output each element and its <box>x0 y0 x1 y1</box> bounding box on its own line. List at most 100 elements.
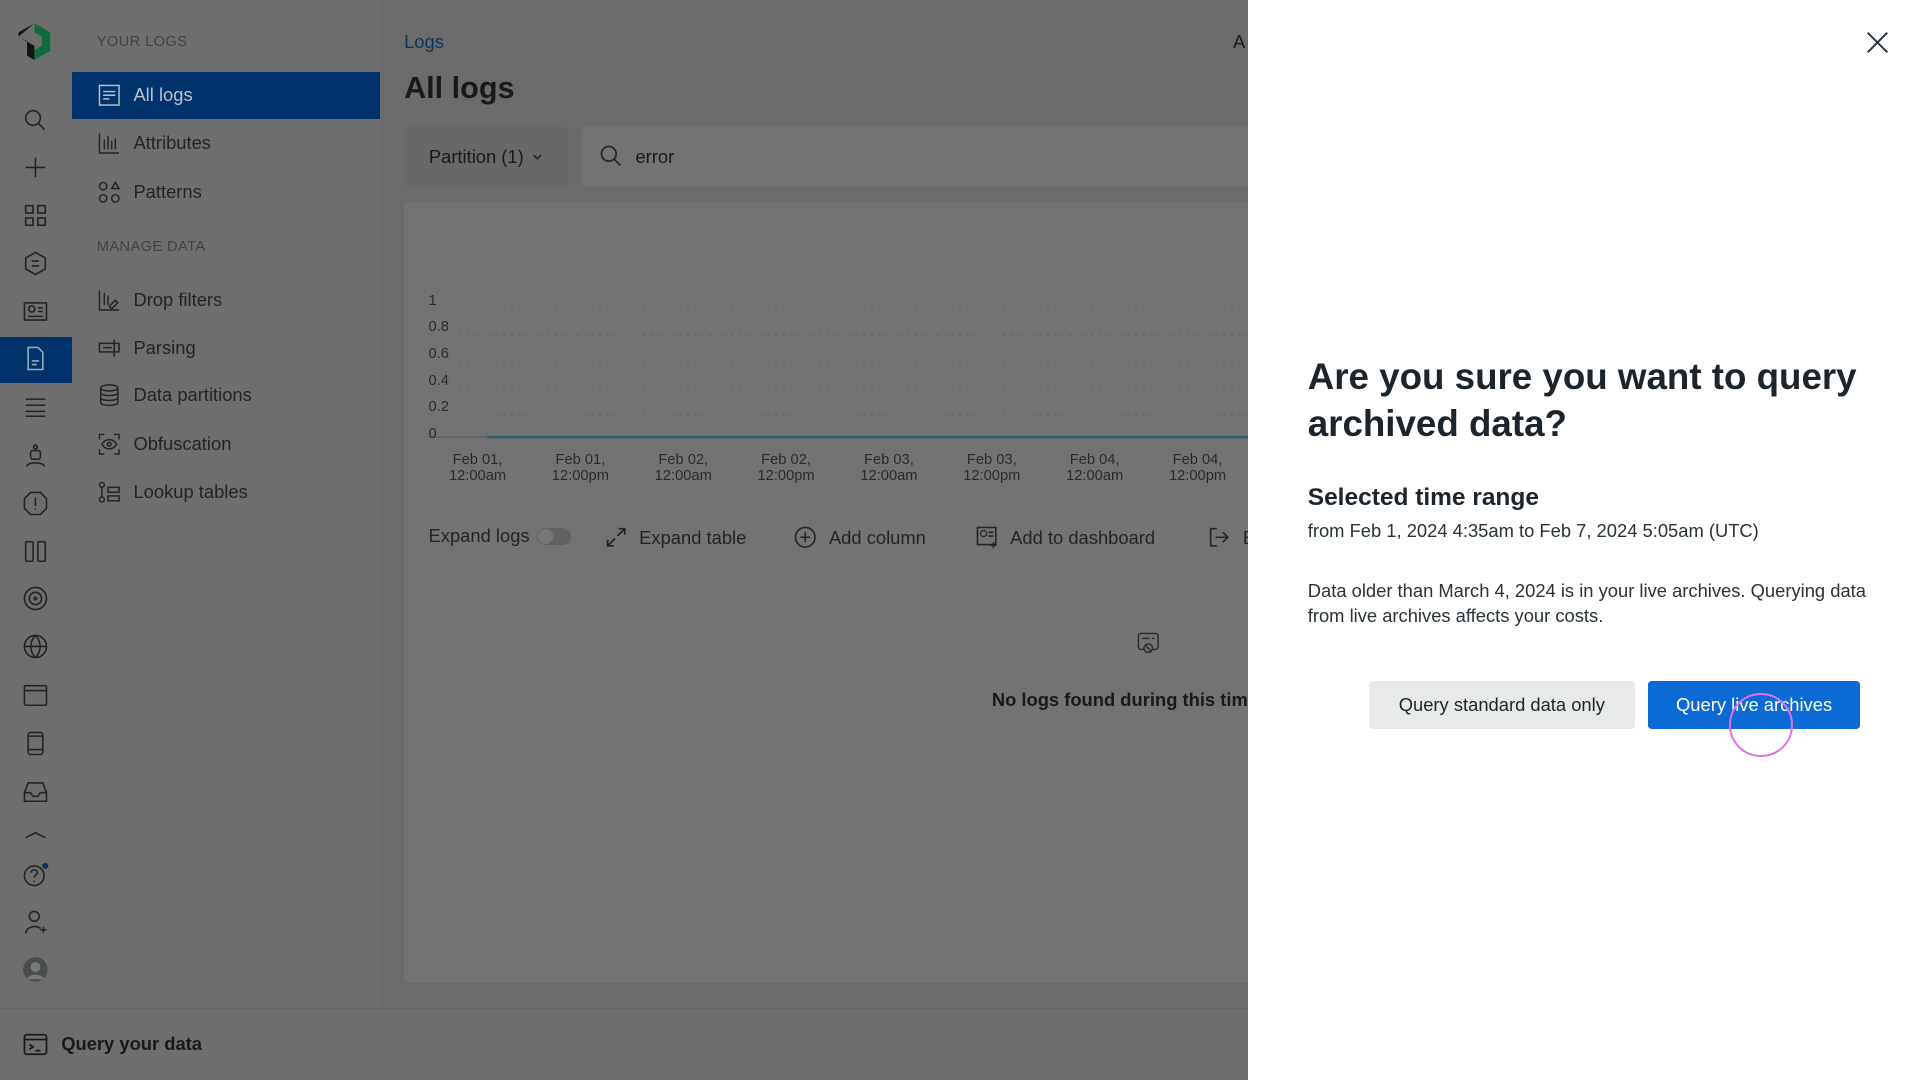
nav-item-drop-filters[interactable]: Drop filters <box>72 277 379 324</box>
y-tick-label: 0.2 <box>428 399 449 416</box>
avatar-icon[interactable] <box>22 956 49 983</box>
expand-logs-label: Expand logs <box>428 525 530 547</box>
expand-logs-toggle[interactable]: Expand logs <box>429 525 572 547</box>
mobile-icon[interactable] <box>22 730 49 757</box>
main-content: Logs All logs A Partition (1) error 1 0.8… <box>379 0 1248 1008</box>
parsing-icon <box>98 339 120 357</box>
x-tick-label: Feb 04, 12:00pm <box>1168 452 1227 484</box>
search-icon[interactable] <box>22 107 49 134</box>
nav-item-lookup-tables[interactable]: Lookup tables <box>72 469 379 516</box>
alert-icon[interactable] <box>22 490 49 517</box>
query-standard-data-button[interactable]: Query standard data only <box>1368 680 1635 729</box>
chart-card: 1 0.8 0.6 0.4 0.2 0 Feb 01, 12:00am Feb 01, 12:… <box>404 202 1248 984</box>
nav-item-attributes[interactable]: Attributes <box>72 120 379 167</box>
search-icon <box>600 146 621 167</box>
query-live-archives-button[interactable]: Query live archives <box>1648 680 1860 729</box>
icon-rail <box>0 0 74 1008</box>
add-column-button[interactable]: Add column <box>793 525 926 549</box>
new-relic-logo-icon[interactable] <box>16 22 53 61</box>
ai-bot-icon[interactable] <box>22 442 49 469</box>
chart-tick-labels: 1 0.8 0.6 0.4 0.2 0 Feb 01, 12:00am Feb 01, 12:… <box>404 202 1248 496</box>
close-icon[interactable] <box>1864 29 1891 56</box>
query-your-data-bar[interactable]: Query your data <box>0 1007 1248 1080</box>
search-value: error <box>635 145 675 167</box>
x-tick-label: Feb 03, 12:00pm <box>963 452 1021 484</box>
settings-sliders-icon[interactable] <box>22 393 49 420</box>
no-logs-icon <box>1138 632 1160 653</box>
search-input[interactable]: error <box>581 126 1248 188</box>
add-column-label: Add column <box>828 526 926 548</box>
partition-label: Partition (1) <box>428 145 524 167</box>
nav-item-label: Drop filters <box>133 288 223 310</box>
app-root: YOUR LOGS MANAGE DATA All logs Attributes… <box>0 0 1920 1080</box>
breadcrumb-logs[interactable]: Logs <box>404 31 444 53</box>
y-tick-label: 0.4 <box>428 372 449 389</box>
nav-item-label: Lookup tables <box>133 481 248 503</box>
export-icon <box>1210 528 1230 547</box>
nav-item-label: Data partitions <box>133 384 252 406</box>
time-range-text: from Feb 1, 2024 4:35am to Feb 7, 2024 5… <box>1307 520 1759 542</box>
x-tick-label: Feb 01, 12:00pm <box>551 452 609 484</box>
nav-item-patterns[interactable]: Patterns <box>72 169 379 216</box>
add-to-dashboard-label: Add to dashboard <box>1010 526 1156 548</box>
empty-state-text: No logs found during this time <box>991 689 1248 711</box>
page-title: All logs <box>404 71 515 106</box>
y-tick-label: 0.8 <box>428 319 449 336</box>
nav-item-label: Patterns <box>133 181 202 203</box>
entity-list-icon[interactable] <box>22 250 49 277</box>
apps-grid-icon[interactable] <box>22 202 49 229</box>
nav-item-label: All logs <box>133 84 193 106</box>
expand-table-label: Expand table <box>639 526 747 548</box>
inbox-icon[interactable] <box>22 778 49 805</box>
apm-icon[interactable] <box>22 538 49 565</box>
partition-dropdown[interactable]: Partition (1) <box>404 126 570 188</box>
target-icon[interactable] <box>22 585 49 612</box>
dialog-title: Are you sure you want to query archived … <box>1307 355 1857 445</box>
y-tick-label: 1 <box>428 292 437 309</box>
nav-item-obfuscation[interactable]: Obfuscation <box>72 421 379 468</box>
plus-circle-icon <box>795 526 817 549</box>
toggle-switch[interactable] <box>536 527 572 545</box>
nav-item-label: Attributes <box>133 132 211 154</box>
header-right-button[interactable]: A <box>1233 31 1245 53</box>
globe-icon[interactable] <box>22 633 49 660</box>
drop-filter-icon <box>98 290 119 311</box>
more-icon[interactable] <box>22 823 49 850</box>
archive-query-dialog: Are you sure you want to query archived … <box>1247 0 1920 1080</box>
chevron-down-icon <box>532 154 542 161</box>
nav-item-all-logs[interactable]: All logs <box>72 72 380 119</box>
x-tick-label: Feb 01, 12:00am <box>448 452 507 484</box>
export-button[interactable]: E <box>1207 525 1248 549</box>
dialog-message: Data older than March 4, 2024 is in your… <box>1307 580 1866 626</box>
terminal-icon <box>23 1033 48 1056</box>
section-your-logs: YOUR LOGS <box>96 34 188 51</box>
x-tick-label: Feb 02, 12:00am <box>654 452 712 484</box>
help-icon[interactable] <box>22 861 49 888</box>
nav-item-label: Parsing <box>133 336 196 358</box>
nav-item-parsing[interactable]: Parsing <box>72 324 379 371</box>
dashboard-add-icon <box>976 526 997 549</box>
query-your-data-label: Query your data <box>61 1033 203 1055</box>
expand-table-button[interactable]: Expand table <box>604 525 747 549</box>
list-icon <box>98 84 120 107</box>
x-tick-label: Feb 04, 12:00am <box>1066 452 1124 484</box>
section-manage-data: MANAGE DATA <box>96 238 206 255</box>
nav-item-data-partitions[interactable]: Data partitions <box>72 372 379 419</box>
bar-chart-icon <box>98 133 119 154</box>
shapes-icon <box>98 181 121 203</box>
y-tick-label: 0.6 <box>428 346 449 363</box>
add-user-icon[interactable] <box>22 909 49 936</box>
dialog-subtitle: Selected time range <box>1307 483 1539 511</box>
nav-item-label: Obfuscation <box>133 433 232 455</box>
plus-icon[interactable] <box>22 154 49 181</box>
add-to-dashboard-button[interactable]: Add to dashboard <box>975 525 1155 549</box>
x-tick-label: Feb 03, 12:00am <box>860 452 918 484</box>
expand-icon <box>606 528 626 547</box>
logs-nav-panel: YOUR LOGS MANAGE DATA All logs Attributes… <box>72 0 381 1008</box>
y-tick-label: 0 <box>428 426 437 443</box>
lookup-icon <box>98 481 120 503</box>
x-tick-label: Feb 02, 12:00pm <box>757 452 815 484</box>
dashboard-icon[interactable] <box>22 298 49 325</box>
logs-icon[interactable] <box>22 345 49 372</box>
browser-icon[interactable] <box>22 682 49 709</box>
